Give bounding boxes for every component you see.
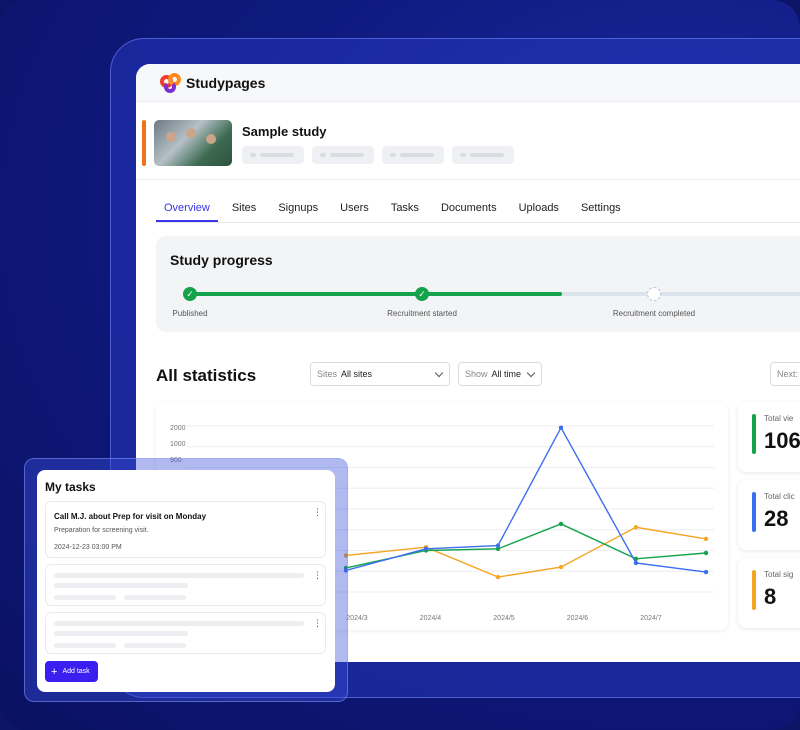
metric-color-bar	[752, 570, 756, 610]
skeleton-line	[124, 595, 186, 600]
metric-card-signups: Total sig 8	[738, 558, 800, 628]
statistics-title: All statistics	[156, 366, 257, 385]
more-options-icon[interactable]: ⋮	[313, 619, 322, 628]
next-button[interactable]: Next:	[770, 362, 800, 386]
show-select-label: Show	[465, 369, 488, 379]
chevron-down-icon	[526, 368, 536, 378]
skeleton-line	[54, 621, 304, 626]
skeleton-line	[124, 643, 186, 648]
sites-select-label: Sites	[317, 369, 338, 379]
study-thumbnail	[154, 120, 232, 166]
sites-select-value: All sites	[341, 369, 373, 379]
metric-label: Total vie	[764, 414, 794, 423]
x-tick-label: 2024/5	[493, 615, 515, 622]
data-point	[558, 521, 564, 527]
x-tick-label: 2024/7	[640, 615, 662, 622]
progress-title: Study progress	[170, 252, 273, 268]
task-description: Preparation for screening visit.	[54, 527, 149, 534]
skeleton-line	[54, 631, 188, 636]
my-tasks-panel: My tasks Call M.J. about Prep for visit …	[37, 470, 335, 692]
tab-bar: Overview Sites Signups Users Tasks Docum…	[156, 196, 800, 223]
data-point	[495, 543, 501, 548]
tab-sites[interactable]: Sites	[224, 196, 264, 222]
tab-settings[interactable]: Settings	[573, 196, 629, 222]
sites-select[interactable]: Sites All sites	[310, 362, 450, 386]
y-tick-label: 2000	[170, 425, 186, 432]
logo-icon	[160, 72, 182, 93]
step-label-recruitment-completed: Recruitment completed	[612, 309, 696, 318]
meta-chip	[242, 146, 304, 164]
metric-value: 28	[764, 506, 789, 531]
study-meta-chips	[242, 146, 514, 164]
task-card-placeholder[interactable]: ⋮	[45, 564, 326, 606]
data-point	[703, 569, 709, 575]
data-point	[703, 550, 709, 556]
skeleton-line	[54, 643, 116, 648]
metric-card-clicks: Total clic 28	[738, 480, 800, 550]
skeleton-line	[54, 595, 116, 600]
chevron-down-icon	[434, 368, 444, 378]
x-tick-label: 2024/4	[420, 615, 442, 622]
data-point	[633, 525, 639, 530]
step-pending-icon	[647, 287, 661, 301]
show-select-value: All time	[491, 369, 522, 379]
tab-signups[interactable]: Signups	[270, 196, 326, 222]
step-done-check-icon: ✓	[415, 287, 429, 301]
y-tick-label: 1000	[170, 441, 186, 448]
add-task-button[interactable]: + Add task	[45, 661, 98, 682]
data-point	[633, 560, 639, 566]
tab-uploads[interactable]: Uploads	[511, 196, 567, 222]
skeleton-line	[54, 583, 188, 588]
meta-chip	[382, 146, 444, 164]
next-button-label: Next:	[777, 369, 799, 379]
study-title: Sample study	[242, 124, 327, 139]
series-line	[345, 526, 707, 578]
step-done-check-icon: ✓	[183, 287, 197, 301]
tab-overview[interactable]: Overview	[156, 196, 218, 222]
tab-tasks[interactable]: Tasks	[383, 196, 427, 222]
data-point	[495, 574, 501, 580]
metric-color-bar	[752, 492, 756, 532]
data-point	[423, 546, 429, 552]
meta-chip	[452, 146, 514, 164]
metric-value: 106	[764, 428, 800, 453]
tab-users[interactable]: Users	[332, 196, 377, 222]
meta-chip	[312, 146, 374, 164]
study-progress-card: Study progress ✓ ✓ Published Recruitment…	[156, 236, 800, 332]
skeleton-line	[54, 573, 304, 578]
brand-name: Studypages	[186, 74, 266, 91]
step-label-published: Published	[172, 309, 208, 318]
task-card[interactable]: Call M.J. about Prep for visit on Monday…	[45, 501, 326, 558]
metric-color-bar	[752, 414, 756, 454]
metric-value: 8	[764, 584, 777, 609]
step-label-recruitment-started: Recruitment started	[387, 309, 457, 318]
x-tick-label: 2024/3	[346, 615, 368, 622]
metric-card-views: Total vie 106	[738, 402, 800, 472]
data-point	[558, 564, 564, 570]
show-select[interactable]: Show All time	[458, 362, 542, 386]
tasks-title: My tasks	[45, 480, 96, 494]
more-options-icon[interactable]: ⋮	[313, 571, 322, 580]
progress-fill	[190, 292, 562, 296]
task-name: Call M.J. about Prep for visit on Monday	[54, 512, 207, 521]
data-point	[558, 425, 564, 430]
more-options-icon[interactable]: ⋮	[313, 508, 322, 517]
study-header: Sample study	[136, 104, 800, 180]
x-tick-label: 2024/6	[567, 615, 589, 622]
plus-icon: +	[51, 665, 58, 678]
tab-documents[interactable]: Documents	[433, 196, 505, 222]
task-datetime: 2024-12-23 03:00 PM	[54, 544, 122, 551]
task-card-placeholder[interactable]: ⋮	[45, 612, 326, 654]
top-bar: Studypages	[136, 64, 800, 102]
data-point	[703, 536, 709, 542]
metric-label: Total sig	[764, 570, 794, 579]
add-task-label: Add task	[62, 668, 90, 675]
study-accent-bar	[142, 120, 146, 166]
metric-label: Total clic	[764, 492, 795, 501]
